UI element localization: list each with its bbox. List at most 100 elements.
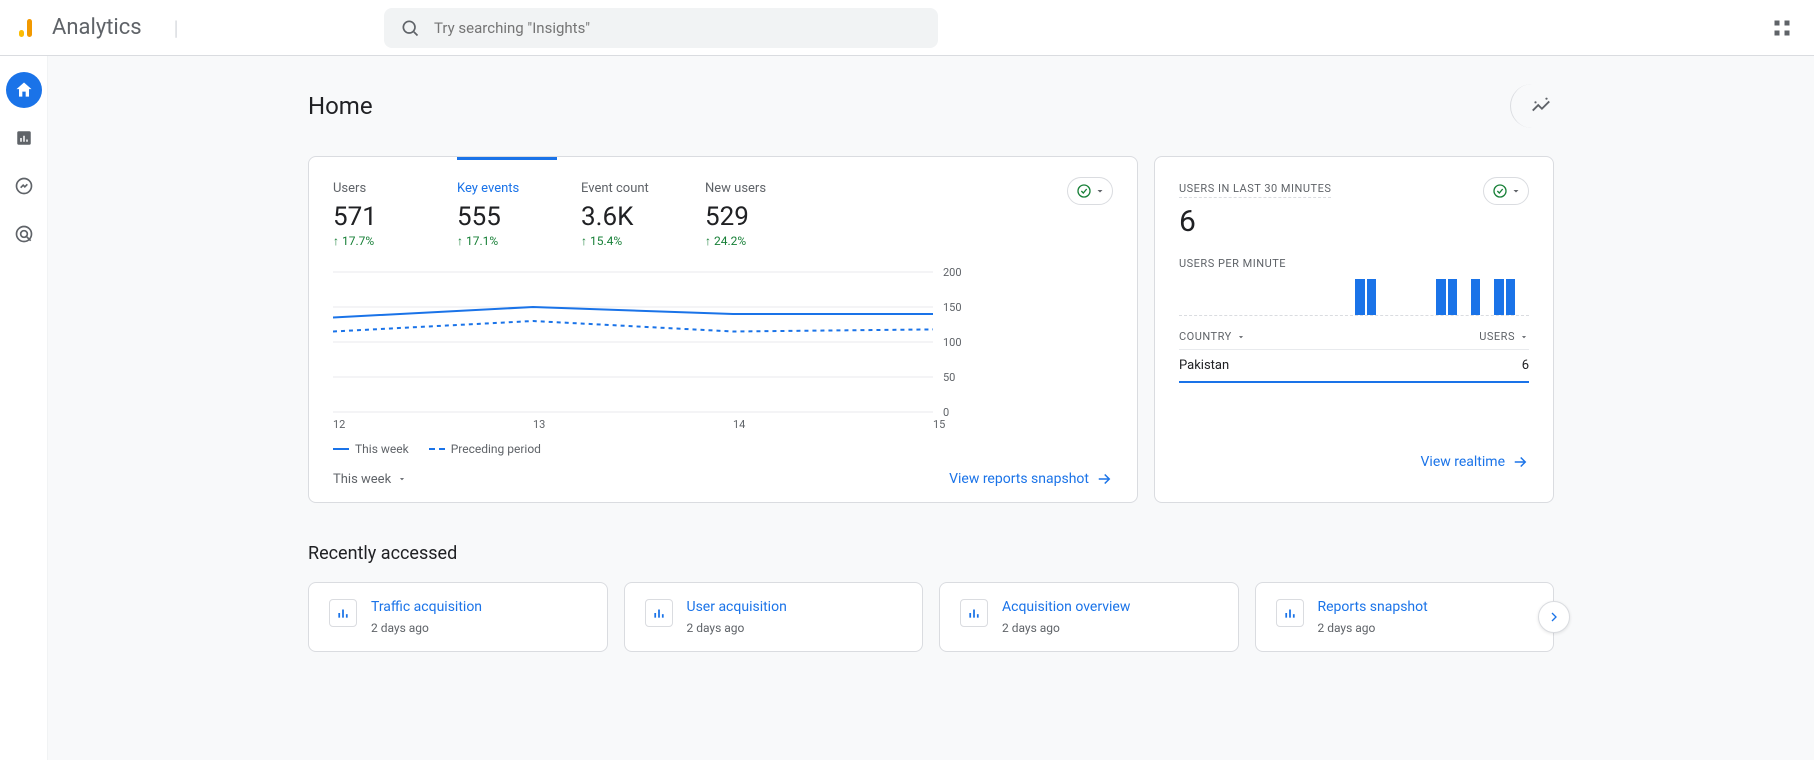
recent-title: User acquisition (687, 599, 787, 615)
minute-bar (1448, 279, 1458, 315)
country-users: 6 (1522, 358, 1529, 373)
recent-title: Acquisition overview (1002, 599, 1130, 615)
caret-down-icon (1236, 332, 1246, 342)
caret-down-icon (1519, 332, 1529, 342)
period-selector[interactable]: This week (333, 472, 407, 487)
sort-by-users[interactable]: USERS (1479, 330, 1529, 343)
minute-bar (1436, 279, 1446, 315)
recent-time: 2 days ago (1318, 621, 1428, 635)
metric-label: New users (705, 181, 805, 196)
search-icon (400, 18, 420, 38)
recent-time: 2 days ago (1002, 621, 1130, 635)
svg-text:14: 14 (733, 418, 745, 431)
line-chart: 05010015020012May131415 This week Preced… (333, 262, 1113, 456)
recently-accessed-title: Recently accessed (308, 543, 1554, 564)
main-content: Home Users 571 ↑ 17.7% Key events 555 ↑ 1… (48, 56, 1814, 760)
status-pill[interactable] (1483, 177, 1529, 205)
bar-chart-icon (15, 129, 33, 147)
recent-time: 2 days ago (371, 621, 482, 635)
recent-card[interactable]: User acquisition 2 days ago (624, 582, 924, 652)
view-realtime-link[interactable]: View realtime (1421, 453, 1529, 471)
legend-this-week: This week (333, 442, 409, 456)
recent-next-button[interactable] (1538, 601, 1570, 633)
insights-button[interactable] (1510, 84, 1554, 128)
arrow-right-icon (1511, 453, 1529, 471)
minute-bar (1471, 279, 1481, 315)
view-reports-link[interactable]: View reports snapshot (949, 470, 1113, 488)
nav-reports[interactable] (6, 120, 42, 156)
recent-time: 2 days ago (687, 621, 787, 635)
app-name: Analytics (52, 15, 142, 40)
report-icon (1276, 599, 1304, 627)
realtime-title: USERS IN LAST 30 MINUTES (1179, 182, 1331, 198)
home-icon (14, 80, 34, 100)
metric-label: Key events (457, 181, 557, 196)
svg-text:100: 100 (943, 336, 962, 349)
svg-text:50: 50 (943, 371, 955, 384)
check-circle-icon (1076, 183, 1092, 199)
metric-tab-event-count[interactable]: Event count 3.6K ↑ 15.4% (581, 177, 681, 248)
caret-down-icon (397, 474, 407, 484)
svg-text:15: 15 (933, 418, 945, 431)
legend-preceding: Preceding period (429, 442, 541, 456)
arrow-right-icon (1095, 470, 1113, 488)
minute-bar (1506, 279, 1516, 315)
check-circle-icon (1492, 183, 1508, 199)
metric-value: 529 (705, 202, 805, 232)
minute-bar (1367, 279, 1377, 315)
metric-tab-key-events[interactable]: Key events 555 ↑ 17.1% (457, 157, 557, 248)
page-title: Home (308, 92, 373, 120)
nav-explore[interactable] (6, 168, 42, 204)
realtime-value: 6 (1179, 204, 1331, 239)
metric-value: 3.6K (581, 202, 681, 232)
analytics-logo-icon (16, 16, 40, 40)
divider: | (174, 16, 179, 40)
report-icon (645, 599, 673, 627)
nav-advertising[interactable] (6, 216, 42, 252)
svg-text:13: 13 (533, 418, 545, 431)
nav-home[interactable] (6, 72, 42, 108)
sparkle-trend-icon (1530, 95, 1552, 117)
nav-rail (0, 56, 48, 760)
country-name: Pakistan (1179, 358, 1229, 373)
status-pill[interactable] (1067, 177, 1113, 205)
metric-label: Users (333, 181, 433, 196)
top-bar: Analytics | (0, 0, 1814, 56)
recent-title: Reports snapshot (1318, 599, 1428, 615)
minute-bar (1355, 279, 1365, 315)
metric-tab-new-users[interactable]: New users 529 ↑ 24.2% (705, 177, 805, 248)
recent-card[interactable]: Acquisition overview 2 days ago (939, 582, 1239, 652)
target-click-icon (14, 224, 34, 244)
caret-down-icon (1510, 185, 1522, 197)
recent-card[interactable]: Traffic acquisition 2 days ago (308, 582, 608, 652)
minute-bar (1494, 279, 1504, 315)
metric-value: 555 (457, 202, 557, 232)
metric-value: 571 (333, 202, 433, 232)
recent-card[interactable]: Reports snapshot 2 days ago (1255, 582, 1555, 652)
realtime-subtitle: USERS PER MINUTE (1179, 257, 1529, 270)
metric-delta: ↑ 17.1% (457, 234, 557, 248)
metric-delta: ↑ 15.4% (581, 234, 681, 248)
report-icon (960, 599, 988, 627)
sort-by-country[interactable]: COUNTRY (1179, 330, 1246, 343)
trend-circle-icon (14, 176, 34, 196)
report-icon (329, 599, 357, 627)
chevron-right-icon (1546, 609, 1562, 625)
users-per-minute-chart (1179, 276, 1529, 316)
metric-label: Event count (581, 181, 681, 196)
recent-title: Traffic acquisition (371, 599, 482, 615)
svg-text:200: 200 (943, 266, 962, 279)
metric-tab-users[interactable]: Users 571 ↑ 17.7% (333, 177, 433, 248)
apps-grid-icon[interactable] (1772, 18, 1792, 38)
metric-delta: ↑ 17.7% (333, 234, 433, 248)
search-input[interactable] (434, 19, 922, 37)
realtime-card: USERS IN LAST 30 MINUTES 6 USERS PER MIN… (1154, 156, 1554, 503)
overview-card: Users 571 ↑ 17.7% Key events 555 ↑ 17.1% E… (308, 156, 1138, 503)
svg-text:May: May (333, 430, 355, 432)
caret-down-icon (1094, 185, 1106, 197)
svg-text:150: 150 (943, 301, 962, 314)
metric-delta: ↑ 24.2% (705, 234, 805, 248)
logo[interactable]: Analytics | (16, 15, 179, 40)
country-row: Pakistan 6 (1179, 350, 1529, 383)
search-box[interactable] (384, 8, 938, 48)
